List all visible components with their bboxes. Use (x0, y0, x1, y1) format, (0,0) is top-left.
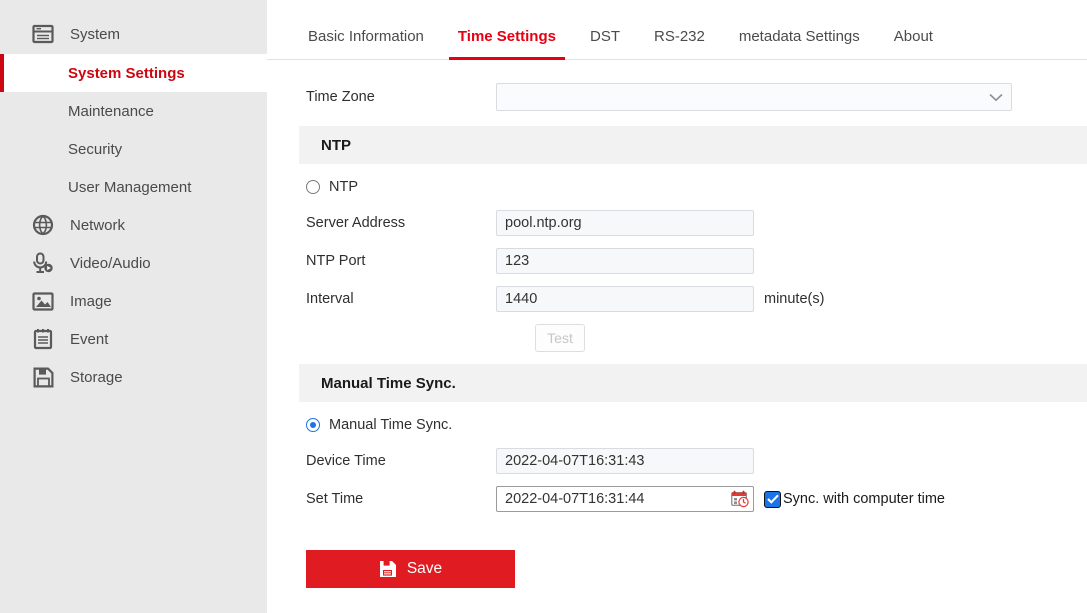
test-row: Test (267, 318, 1087, 358)
save-button[interactable]: Save (306, 550, 515, 588)
time-settings-form: Time Zone NTP NTP Server Address pool.nt… (267, 60, 1087, 588)
picture-icon (28, 292, 58, 311)
sidebar-item-label: Security (68, 141, 122, 158)
sidebar-item-maintenance[interactable]: Maintenance (0, 92, 267, 130)
sidebar-item-label: Event (70, 331, 108, 348)
sidebar-item-label: Image (70, 293, 112, 310)
tab-dst[interactable]: DST (573, 28, 637, 59)
microphone-icon (28, 252, 58, 274)
sync-with-computer-time-label: Sync. with computer time (783, 491, 945, 507)
ntp-radio-label: NTP (329, 179, 358, 195)
sidebar-item-label: System Settings (68, 65, 185, 82)
interval-label: Interval (306, 291, 496, 307)
ntp-section-header: NTP (299, 126, 1087, 164)
set-time-row: Set Time 2022-04-07T16:31:44 (267, 480, 1087, 518)
sidebar-item-storage[interactable]: Storage (0, 358, 267, 396)
interval-row: Interval 1440 minute(s) (267, 280, 1087, 318)
manual-time-sync-radio[interactable] (306, 418, 320, 432)
sidebar-item-label: Network (70, 217, 125, 234)
sidebar: System System Settings Maintenance Secur… (0, 0, 267, 613)
tab-about[interactable]: About (877, 28, 950, 59)
server-address-label: Server Address (306, 215, 496, 231)
floppy-disk-icon (28, 367, 58, 388)
globe-icon (28, 214, 58, 236)
tab-bar: Basic Information Time Settings DST RS-2… (267, 0, 1087, 60)
interval-unit-label: minute(s) (764, 291, 824, 307)
manual-time-sync-section-header: Manual Time Sync. (299, 364, 1087, 402)
sidebar-item-image[interactable]: Image (0, 282, 267, 320)
set-time-label: Set Time (306, 491, 496, 507)
calendar-icon[interactable] (731, 490, 749, 508)
ntp-port-row: NTP Port 123 (267, 242, 1087, 280)
main-content: Basic Information Time Settings DST RS-2… (267, 0, 1087, 613)
manual-time-sync-radio-label: Manual Time Sync. (329, 417, 452, 433)
chevron-down-icon (989, 91, 1003, 104)
tab-time-settings[interactable]: Time Settings (441, 28, 573, 59)
sidebar-item-label: Video/Audio (70, 255, 151, 272)
time-zone-select[interactable] (496, 83, 1012, 111)
ntp-port-label: NTP Port (306, 253, 496, 269)
ntp-radio[interactable] (306, 180, 320, 194)
sidebar-item-system-settings[interactable]: System Settings (0, 54, 267, 92)
interval-input[interactable]: 1440 (496, 286, 754, 312)
time-zone-row: Time Zone (267, 78, 1087, 116)
time-zone-label: Time Zone (306, 89, 496, 105)
sync-with-computer-time-checkbox[interactable] (764, 491, 781, 508)
sidebar-item-event[interactable]: Event (0, 320, 267, 358)
sidebar-item-system[interactable]: System (0, 14, 267, 54)
ntp-port-input[interactable]: 123 (496, 248, 754, 274)
sidebar-item-user-management[interactable]: User Management (0, 168, 267, 206)
set-time-value: 2022-04-07T16:31:44 (505, 491, 644, 507)
device-time-label: Device Time (306, 453, 496, 469)
app-window: System System Settings Maintenance Secur… (0, 0, 1087, 613)
sidebar-item-label: Storage (70, 369, 123, 386)
server-address-row: Server Address pool.ntp.org (267, 204, 1087, 242)
server-address-input[interactable]: pool.ntp.org (496, 210, 754, 236)
sidebar-item-security[interactable]: Security (0, 130, 267, 168)
test-button[interactable]: Test (535, 324, 585, 352)
tab-basic-information[interactable]: Basic Information (291, 28, 441, 59)
sidebar-item-label: User Management (68, 179, 191, 196)
floppy-disk-save-icon (379, 560, 397, 578)
system-icon (28, 24, 58, 44)
ntp-radio-row[interactable]: NTP (267, 170, 1087, 204)
device-time-row: Device Time 2022-04-07T16:31:43 (267, 442, 1087, 480)
tab-rs-232[interactable]: RS-232 (637, 28, 722, 59)
set-time-input[interactable]: 2022-04-07T16:31:44 (496, 486, 754, 512)
notepad-icon (28, 328, 58, 350)
sidebar-item-network[interactable]: Network (0, 206, 267, 244)
device-time-input: 2022-04-07T16:31:43 (496, 448, 754, 474)
sidebar-item-video-audio[interactable]: Video/Audio (0, 244, 267, 282)
save-button-label: Save (407, 560, 442, 578)
sidebar-item-label: System (70, 26, 120, 43)
tab-metadata-settings[interactable]: metadata Settings (722, 28, 877, 59)
manual-time-sync-radio-row[interactable]: Manual Time Sync. (267, 408, 1087, 442)
sidebar-item-label: Maintenance (68, 103, 154, 120)
